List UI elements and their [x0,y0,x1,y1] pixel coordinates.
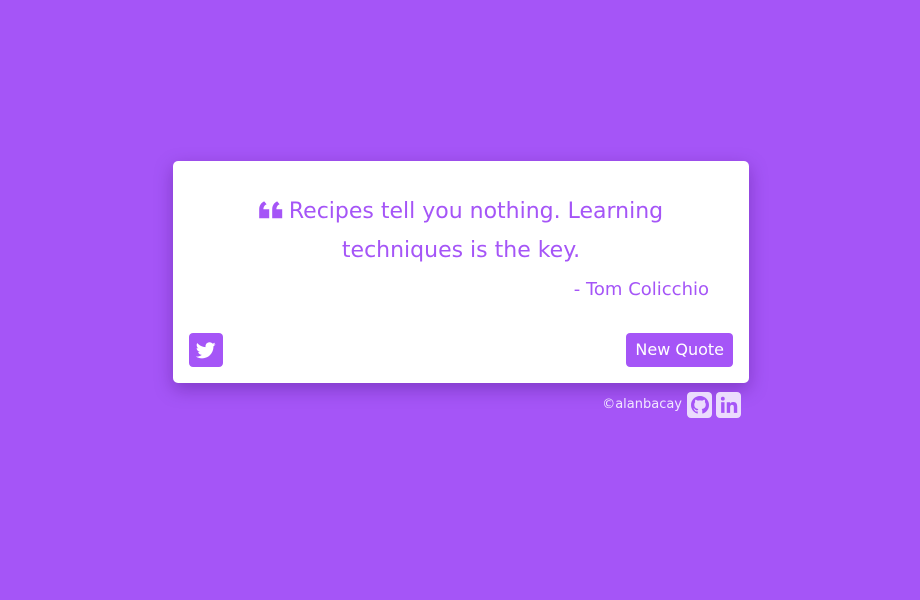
github-icon [690,396,709,414]
quote-text-block: Recipes tell you nothing. Learning techn… [233,192,689,270]
footer: ©alanbacay [602,392,741,418]
linkedin-link[interactable] [716,392,741,418]
tweet-quote-button[interactable] [189,333,223,367]
twitter-icon [196,341,216,359]
footer-credit: ©alanbacay [602,397,682,412]
quote-left-icon [259,201,283,219]
github-link[interactable] [687,392,712,418]
new-quote-button[interactable]: New Quote [626,333,733,367]
quote-card: Recipes tell you nothing. Learning techn… [173,161,749,383]
quote-author: - Tom Colicchio [573,279,709,300]
quote-text: Recipes tell you nothing. Learning techn… [288,199,664,263]
linkedin-icon [720,396,738,414]
